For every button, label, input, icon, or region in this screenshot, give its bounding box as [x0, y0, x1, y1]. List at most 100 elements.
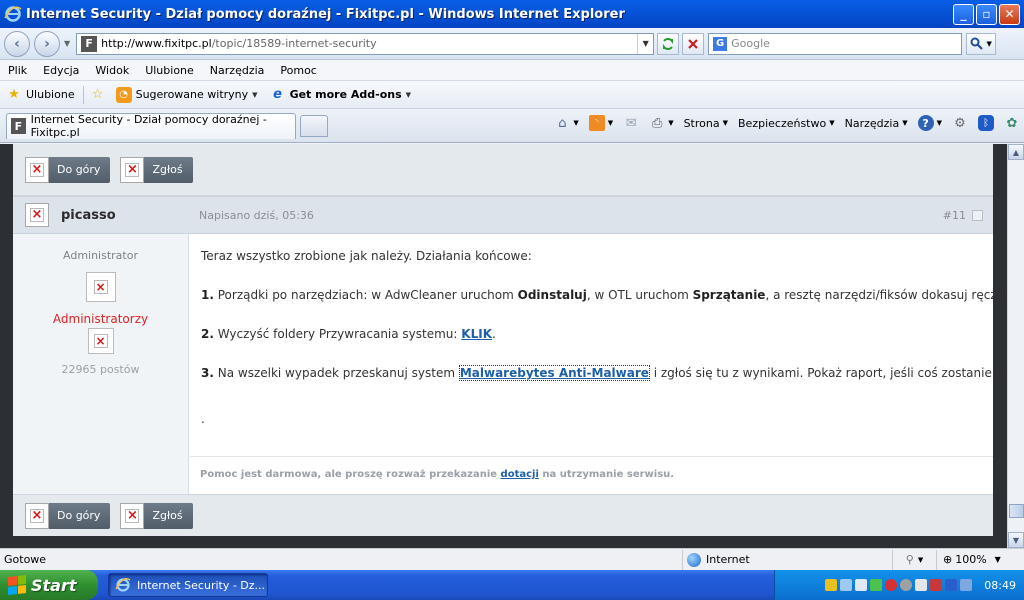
printer-icon: ⎙ [651, 115, 663, 131]
url-path: /topic/18589-internet-security [211, 37, 377, 50]
search-options-arrow[interactable]: ▼ [986, 40, 991, 48]
menu-file[interactable]: Plik [0, 64, 35, 77]
windows-flag-icon [8, 575, 26, 595]
zoom-icon: ⊕ [943, 553, 953, 566]
close-button[interactable]: ✕ [999, 3, 1020, 25]
suggested-sites-button[interactable]: ◔ Sugerowane witryny ▼ [115, 86, 258, 103]
network-icon[interactable] [840, 579, 853, 591]
battery-icon[interactable] [960, 579, 973, 591]
favorites-bar: ★ Ulubione ☆ ◔ Sugerowane witryny ▼ e Ge… [0, 81, 1024, 109]
security-icon[interactable] [930, 579, 943, 591]
speaker-icon[interactable] [915, 579, 928, 591]
get-addons-label: Get more Add-ons [289, 88, 402, 101]
status-bar: Gotowe Internet ⚲ ▼ ⊕ 100% ▼ [0, 548, 1024, 570]
addon-button[interactable]: ✿ [1004, 115, 1020, 131]
read-mail-button[interactable]: ✉ [623, 115, 639, 131]
chevron-down-icon: ▼ [994, 555, 1001, 564]
disc-icon[interactable] [900, 579, 913, 591]
item-text: i zgłoś się tu z wynikami. Pokaż raport,… [649, 366, 1024, 380]
recent-pages-dropdown[interactable]: ▼ [64, 39, 70, 48]
vertical-scrollbar[interactable]: ▲ ▼ [1007, 144, 1024, 548]
feeds-button[interactable]: ◝ ▼ [588, 115, 613, 131]
command-bar: ⌂ ▼ ◝ ▼ ✉ ⎙ ▼ Strona ▼ Bezpieczeństwo ▼ Narzę… [544, 115, 1020, 131]
taskbar-item-ie[interactable]: Internet Security - Dz... [108, 573, 268, 597]
suggested-sites-label: Sugerowane witryny [135, 88, 249, 101]
tab-active[interactable]: F Internet Security - Dział pomocy doraź… [6, 112, 296, 139]
magnifier-icon [970, 37, 984, 50]
back-button[interactable]: ‹ [4, 30, 30, 57]
menu-tools[interactable]: Narzędzia [202, 64, 273, 77]
stop-icon [688, 38, 698, 49]
donation-link[interactable]: dotacji [501, 469, 539, 480]
chevron-down-icon: ▼ [829, 119, 835, 127]
bluetooth-tray-icon[interactable] [945, 579, 958, 591]
search-input[interactable]: Google [731, 37, 770, 50]
author-info: Administrator × Administratorzy × 22965 … [13, 234, 189, 494]
favorites-button[interactable]: ★ Ulubione [6, 87, 75, 103]
post-number-link[interactable]: #11 [943, 209, 966, 222]
maximize-button[interactable]: ▫ [976, 3, 997, 25]
site-favicon-icon: F [81, 35, 98, 52]
research-button[interactable]: ⚙ [952, 115, 968, 131]
back-to-top-button[interactable]: × Do góry [25, 156, 111, 183]
post-item-3: 3. Na wszelki wypadek przeskanuj system … [201, 365, 1024, 381]
start-button[interactable]: Start [0, 570, 98, 600]
malwarebytes-link[interactable]: Malwarebytes Anti-Malware [458, 365, 650, 381]
protected-mode-button[interactable]: ⚲ ▼ [892, 549, 936, 570]
item-number: 1. [201, 288, 214, 302]
add-favorite-button[interactable]: ☆ [90, 87, 110, 103]
scroll-up-button[interactable]: ▲ [1008, 144, 1024, 160]
avatar[interactable]: × [85, 272, 116, 302]
safety-menu-label: Bezpieczeństwo [738, 116, 827, 130]
address-dropdown[interactable]: ▼ [637, 33, 653, 54]
back-to-top-button[interactable]: × Do góry [25, 502, 111, 529]
scroll-down-button[interactable]: ▼ [1008, 532, 1024, 548]
stop-button[interactable] [682, 32, 705, 55]
report-button[interactable]: × Zgłoś [120, 156, 193, 183]
refresh-icon [663, 37, 674, 50]
klik-link[interactable]: KLIK [461, 327, 492, 341]
report-button[interactable]: × Zgłoś [120, 502, 193, 529]
shield-icon[interactable] [825, 579, 838, 591]
refresh-button[interactable] [657, 32, 680, 55]
tools-menu[interactable]: Narzędzia ▼ [845, 117, 908, 130]
zoom-control[interactable]: ⊕ 100% ▼ [936, 549, 1024, 570]
menu-favorites[interactable]: Ulubione [137, 64, 202, 77]
new-tab-button[interactable] [300, 114, 328, 137]
address-bar[interactable]: F http://www.fixitpc.pl/topic/18589-inte… [76, 32, 655, 55]
scroll-thumb[interactable] [1009, 504, 1024, 518]
home-button[interactable]: ⌂ ▼ [554, 115, 579, 131]
window-title: Internet Security - Dział pomocy doraźne… [26, 6, 625, 22]
get-addons-button[interactable]: e Get more Add-ons ▼ [270, 87, 411, 103]
rss-icon: ◝ [588, 115, 605, 131]
search-box[interactable]: G Google [708, 32, 963, 55]
author-name-link[interactable]: picasso [61, 208, 199, 223]
forward-button[interactable]: › [34, 30, 60, 57]
favorites-label: Ulubione [26, 88, 75, 101]
taskbar: Start Internet Security - Dz... 08:49 [0, 570, 1024, 600]
post-intro: Teraz wszystko zrobione jak należy. Dzia… [201, 249, 532, 263]
post-controls: × Do góry × Zgłoś [13, 494, 993, 536]
rank-image: × [87, 328, 114, 354]
monitor-icon[interactable] [855, 579, 868, 591]
bluetooth-button[interactable]: ᛒ [978, 115, 994, 131]
ie-page-icon: e [273, 87, 282, 102]
ie-logo-icon [4, 6, 22, 22]
print-button[interactable]: ⎙ ▼ [649, 115, 674, 131]
menu-edit[interactable]: Edycja [35, 64, 87, 77]
minimize-button[interactable]: _ [953, 3, 974, 25]
clock[interactable]: 08:49 [984, 579, 1016, 592]
url-text[interactable]: http://www.fixitpc.pl/topic/18589-intern… [101, 37, 637, 50]
help-menu[interactable]: ? ▼ [917, 115, 942, 131]
chart-icon[interactable] [870, 579, 883, 591]
opera-icon[interactable] [885, 579, 898, 591]
tab-favicon-icon: F [11, 118, 26, 134]
menu-view[interactable]: Widok [87, 64, 137, 77]
page-menu[interactable]: Strona ▼ [684, 117, 728, 130]
zoom-level: 100% [955, 553, 987, 566]
search-button[interactable]: ▼ [966, 32, 997, 55]
post-select-checkbox[interactable] [972, 209, 983, 221]
menu-help[interactable]: Pomoc [272, 64, 324, 77]
security-zone[interactable]: Internet [682, 549, 892, 570]
safety-menu[interactable]: Bezpieczeństwo ▼ [738, 117, 835, 130]
